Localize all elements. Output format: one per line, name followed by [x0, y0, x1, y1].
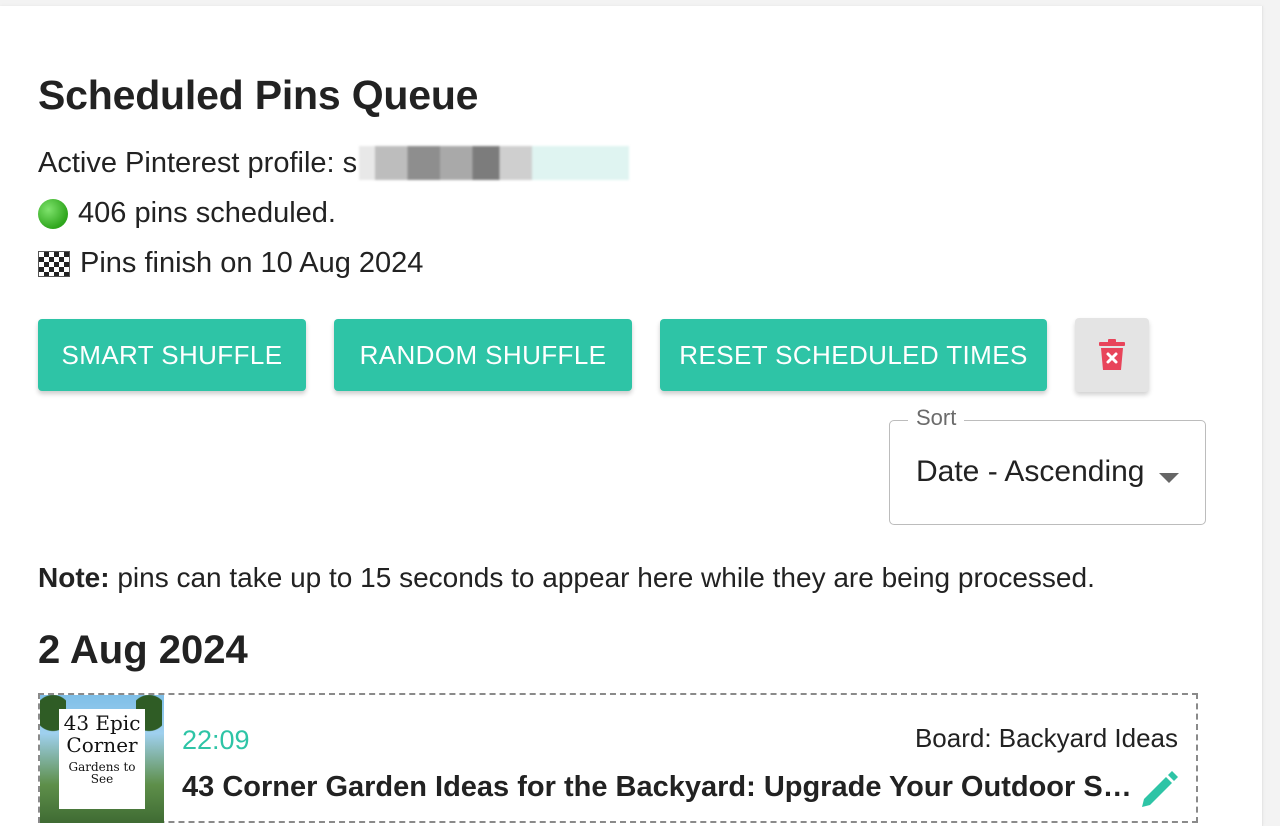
profile-name-redacted: [359, 146, 630, 180]
thumbnail-caption: 43 Epic Corner Gardens to See: [59, 709, 145, 809]
pin-card[interactable]: 43 Epic Corner Gardens to See 22:09 Boar…: [38, 693, 1198, 823]
smart-shuffle-button[interactable]: SMART SHUFFLE: [38, 319, 306, 391]
checkered-flag-icon: [38, 250, 70, 277]
pencil-edit-icon[interactable]: [1136, 767, 1180, 811]
caret-down-icon[interactable]: [1159, 473, 1179, 483]
active-profile-label: Active Pinterest profile: s: [38, 146, 358, 179]
active-profile-line: Active Pinterest profile: s: [38, 146, 630, 180]
note-label: Note:: [38, 562, 110, 593]
sort-select[interactable]: Sort Date - Ascending: [889, 405, 1206, 525]
pin-board: Board: Backyard Ideas: [914, 723, 1178, 753]
page-title: Scheduled Pins Queue: [38, 72, 479, 118]
trash-icon: [1099, 339, 1125, 370]
finish-date-line: Pins finish on 10 Aug 2024: [38, 247, 423, 280]
note-text: pins can take up to 15 seconds to appear…: [109, 562, 1095, 593]
pin-time: 22:09: [182, 725, 250, 755]
sort-label: Sort: [908, 405, 965, 431]
reset-scheduled-times-button[interactable]: RESET SCHEDULED TIMES: [660, 319, 1047, 391]
pins-scheduled-count: 406 pins scheduled.: [78, 197, 336, 229]
green-circle-icon: [38, 198, 68, 229]
sort-selected-value: Date - Ascending: [916, 455, 1145, 488]
queue-panel: Scheduled Pins Queue Active Pinterest pr…: [0, 6, 1263, 826]
date-group-heading: 2 Aug 2024: [38, 628, 248, 672]
pin-thumbnail: 43 Epic Corner Gardens to See: [40, 695, 164, 823]
pins-count-line: 406 pins scheduled.: [38, 197, 336, 230]
finish-date-text: Pins finish on 10 Aug 2024: [80, 247, 424, 279]
processing-note: Note: pins can take up to 15 seconds to …: [38, 562, 1095, 594]
pin-title: 43 Corner Garden Ideas for the Backyard:…: [182, 771, 1137, 803]
delete-all-button[interactable]: [1075, 318, 1149, 392]
random-shuffle-button[interactable]: RANDOM SHUFFLE: [334, 319, 632, 391]
